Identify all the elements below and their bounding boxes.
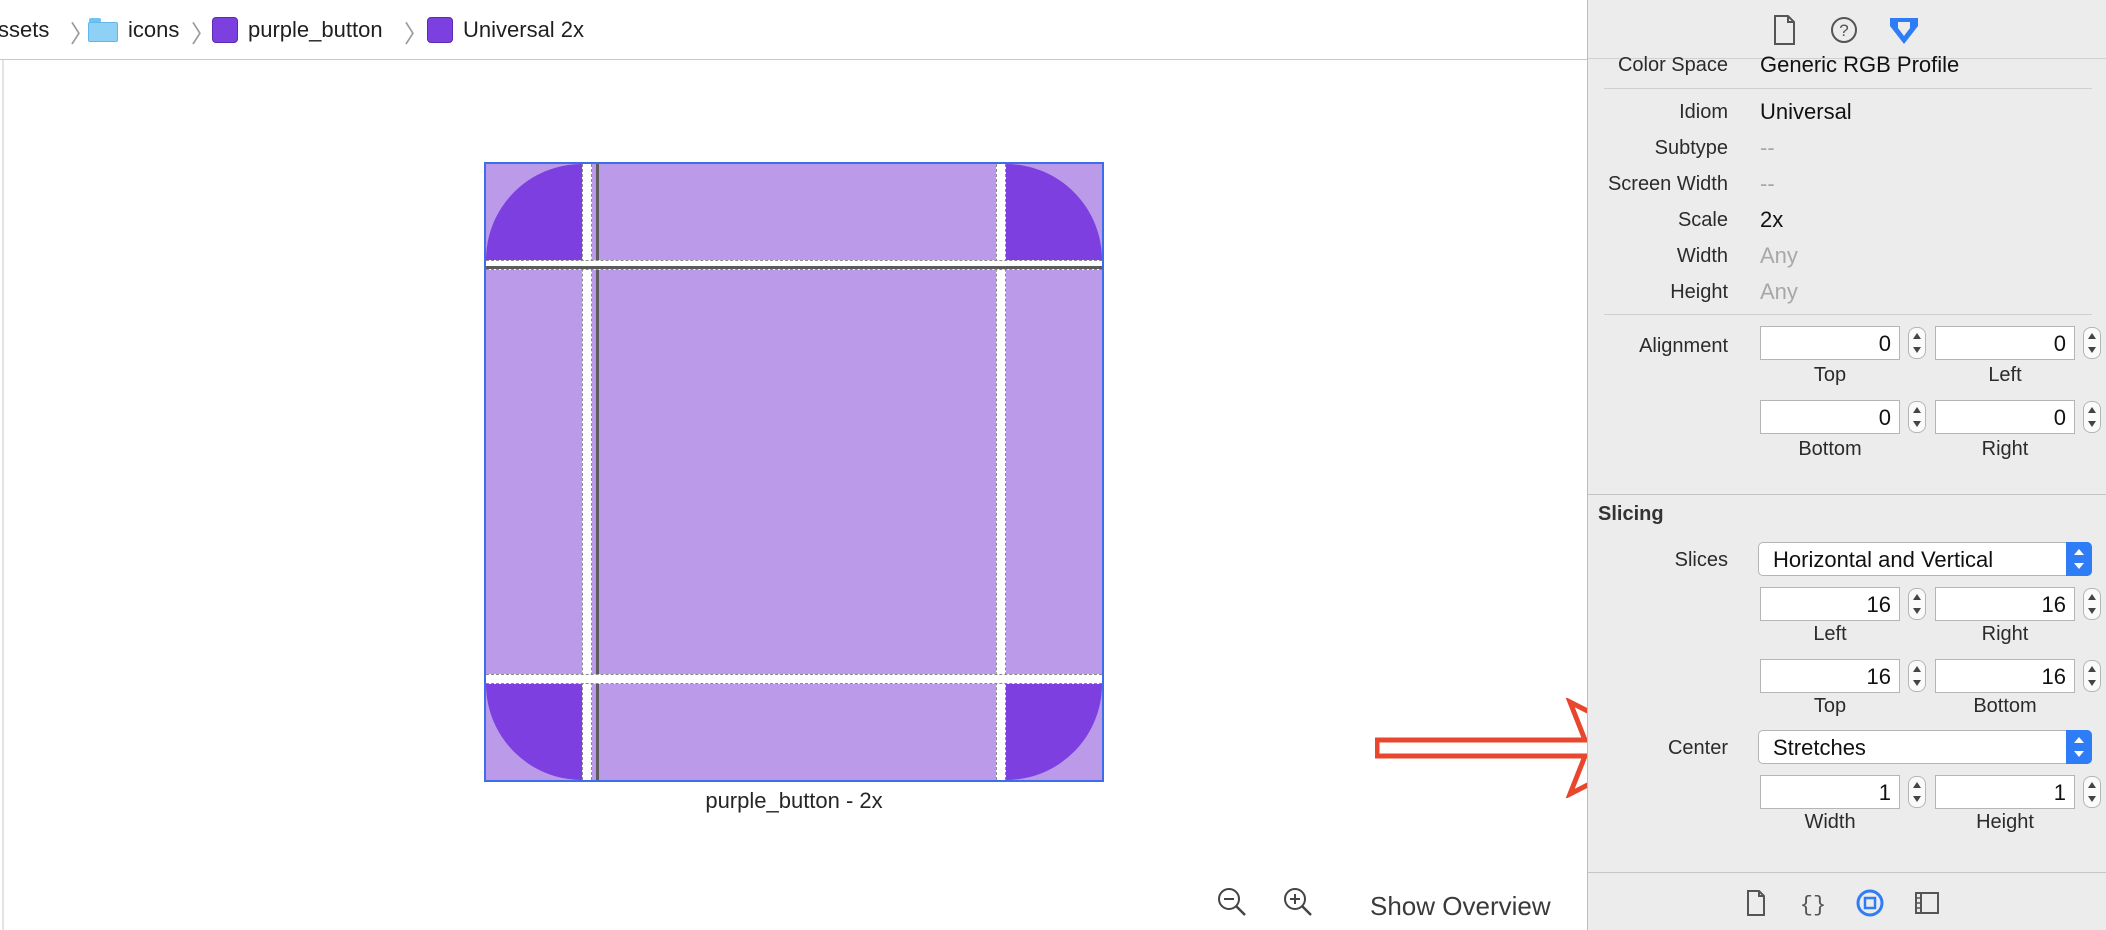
slice-guide-left-inner (596, 164, 599, 780)
slice-top-label: Top (1813, 695, 1847, 717)
prop-label-color-space: Color Space (1617, 54, 1728, 76)
slice-guide-right[interactable] (996, 164, 1006, 780)
separator (1588, 494, 2106, 495)
select-arrows-icon (2066, 730, 2092, 764)
breadcrumb-item-icons[interactable]: icons (88, 14, 179, 46)
slicing-section-title: Slicing (1598, 503, 1664, 525)
breadcrumb-item-assets[interactable]: ssets (0, 14, 49, 46)
stepper-arrows-icon[interactable] (1908, 660, 1926, 692)
breadcrumb-item-purple-button[interactable]: purple_button (212, 14, 383, 46)
object-library-icon[interactable] (1854, 887, 1886, 919)
slice-bottom-field[interactable]: 16 (1935, 659, 2075, 693)
prop-value-width: Any (1760, 243, 1798, 268)
media-library-icon[interactable] (1911, 887, 1943, 919)
quick-help-icon[interactable]: ? (1826, 12, 1862, 48)
center-label: Center (1667, 737, 1728, 759)
center-select-value: Stretches (1773, 735, 1866, 760)
center-height-field[interactable]: 1 (1935, 775, 2075, 809)
alignment-right-label: Right (1981, 438, 2029, 460)
file-template-icon[interactable] (1740, 887, 1772, 919)
stepper-arrows-icon[interactable] (1908, 776, 1926, 808)
breadcrumb: ssets 〉 icons 〉 purple_button 〉 Universa… (0, 0, 1587, 60)
slicing-preview[interactable] (484, 162, 1104, 782)
breadcrumb-label: Universal 2x (463, 17, 585, 42)
prop-label-scale: Scale (1677, 209, 1728, 231)
preview-caption: purple_button - 2x (705, 788, 883, 813)
prop-value-height: Any (1760, 279, 1798, 304)
center-height-label: Height (1976, 811, 2034, 833)
prop-value-color-space: Generic RGB Profile (1760, 52, 1960, 77)
svg-text:{}: {} (1800, 893, 1826, 918)
code-snippet-icon[interactable]: {} (1797, 887, 1829, 919)
slices-select[interactable]: Horizontal and Vertical (1758, 542, 2092, 576)
alignment-bottom-label: Bottom (1798, 438, 1862, 460)
image-icon (427, 17, 453, 43)
center-width-field[interactable]: 1 (1760, 775, 1900, 809)
alignment-bottom-field[interactable]: 0 (1760, 400, 1900, 434)
stepper-arrows-icon[interactable] (2083, 776, 2101, 808)
slice-top-field[interactable]: 16 (1760, 659, 1900, 693)
breadcrumb-item-universal-2x[interactable]: Universal 2x (427, 14, 584, 46)
prop-value-scale: 2x (1760, 207, 1784, 232)
zoom-in-icon[interactable] (1281, 885, 1315, 919)
slice-right-label: Right (1981, 623, 2029, 645)
alignment-top-label: Top (1813, 364, 1847, 386)
editor-area: ssets 〉 icons 〉 purple_button 〉 Universa… (0, 0, 1587, 930)
alignment-label: Alignment (1639, 335, 1728, 357)
file-inspector-icon[interactable] (1766, 12, 1802, 48)
breadcrumb-label: ssets (0, 17, 50, 42)
prop-label-subtype: Subtype (1654, 137, 1728, 159)
slice-left-label: Left (1813, 623, 1847, 645)
prop-label-width: Width (1676, 245, 1728, 267)
breadcrumb-label: icons (128, 17, 180, 42)
svg-text:?: ? (1839, 21, 1848, 40)
prop-value-screen-width: -- (1760, 171, 1775, 196)
prop-label-height: Height (1670, 281, 1728, 303)
separator (1604, 88, 2092, 89)
alignment-right-field[interactable]: 0 (1935, 400, 2075, 434)
stepper-arrows-icon[interactable] (2083, 660, 2101, 692)
stepper-arrows-icon[interactable] (1908, 401, 1926, 433)
slice-guide-bottom[interactable] (486, 674, 1102, 684)
slice-right-field[interactable]: 16 (1935, 587, 2075, 621)
zoom-out-icon[interactable] (1215, 885, 1249, 919)
slice-guide-top-inner (486, 266, 1102, 269)
slices-label: Slices (1674, 549, 1728, 571)
slice-guide-left[interactable] (582, 164, 592, 780)
alignment-left-label: Left (1988, 364, 2022, 386)
stepper-arrows-icon[interactable] (2083, 327, 2101, 359)
show-overview-button[interactable]: Show Overview (1370, 891, 1551, 922)
separator (1604, 314, 2092, 315)
slices-select-value: Horizontal and Vertical (1773, 547, 1994, 572)
stepper-arrows-icon[interactable] (2083, 401, 2101, 433)
inspector-tab-bar: ? (1588, 0, 2106, 58)
editor-left-divider (2, 60, 4, 930)
slice-bottom-label: Bottom (1973, 695, 2037, 717)
prop-value-idiom: Universal (1760, 99, 1852, 124)
prop-label-idiom: Idiom (1679, 101, 1728, 123)
folder-icon (88, 18, 118, 42)
alignment-left-field[interactable]: 0 (1935, 326, 2075, 360)
alignment-top-field[interactable]: 0 (1760, 326, 1900, 360)
select-arrows-icon (2066, 542, 2092, 576)
library-tab-bar: {} (1588, 872, 2106, 930)
chevron-right-icon: 〉 (404, 21, 428, 48)
stepper-arrows-icon[interactable] (2083, 588, 2101, 620)
breadcrumb-label: purple_button (248, 17, 383, 42)
inspector-panel: ? Color Space Generic RGB Profile Idiom … (1587, 0, 2106, 930)
center-select[interactable]: Stretches (1758, 730, 2092, 764)
prop-label-screen-width: Screen Width (1607, 173, 1728, 195)
stepper-arrows-icon[interactable] (1908, 327, 1926, 359)
attributes-inspector-icon[interactable] (1886, 12, 1922, 48)
slice-left-field[interactable]: 16 (1760, 587, 1900, 621)
prop-value-subtype: -- (1760, 135, 1775, 160)
image-set-icon (212, 17, 238, 43)
stepper-arrows-icon[interactable] (1908, 588, 1926, 620)
center-width-label: Width (1804, 811, 1856, 833)
